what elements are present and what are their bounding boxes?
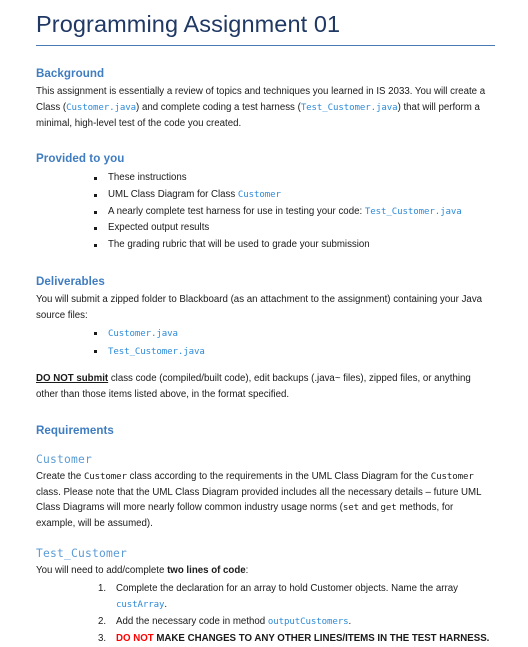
- document-page: Programming Assignment 01 Background Thi…: [0, 0, 528, 647]
- heading-provided-to-you: Provided to you: [36, 152, 125, 166]
- step-text-2: .: [348, 616, 352, 628]
- code-outputcustomers: outputCustomers: [267, 617, 349, 628]
- code-custarray: custArray: [116, 600, 165, 611]
- heading-background: Background: [36, 67, 105, 81]
- code-get: get: [380, 503, 397, 514]
- customer-paragraph: Create the Customer class according to t…: [36, 469, 495, 532]
- code-customer-java: Customer.java: [66, 102, 137, 113]
- intro-emphasis: two lines of code: [167, 564, 246, 576]
- list-item: Expected output results: [94, 220, 495, 237]
- customer-text-1: Create the: [36, 470, 84, 482]
- background-text-2: ) and complete coding a test harness (: [136, 101, 301, 113]
- provided-item-text: UML Class Diagram for Class: [108, 188, 238, 200]
- intro-text-1: You will need to add/complete: [36, 564, 168, 576]
- subheading-customer: Customer: [36, 452, 93, 466]
- code-customer-java: Customer.java: [108, 329, 178, 340]
- code-customer: Customer: [83, 471, 127, 482]
- step-alert: DO NOT: [116, 632, 154, 644]
- code-test-customer-java: Test_Customer.java: [300, 102, 398, 113]
- customer-text-2: class according to the requirements in t…: [126, 470, 431, 482]
- list-item: UML Class Diagram for Class Customer: [94, 187, 495, 204]
- subheading-test-customer: Test_Customer: [36, 546, 128, 560]
- code-customer: Customer: [430, 471, 474, 482]
- provided-item-text: A nearly complete test harness for use i…: [108, 205, 365, 217]
- step-text-2: .: [164, 599, 168, 611]
- list-item: Complete the declaration for an array to…: [98, 581, 495, 614]
- provided-item-text: Expected output results: [108, 222, 210, 234]
- warning-emphasis: DO NOT submit: [36, 373, 109, 385]
- code-test-customer-java: Test_Customer.java: [108, 347, 205, 358]
- provided-list: These instructions UML Class Diagram for…: [36, 170, 495, 253]
- list-item: The grading rubric that will be used to …: [94, 237, 495, 254]
- code-set: set: [342, 503, 359, 514]
- list-item: A nearly complete test harness for use i…: [94, 204, 495, 221]
- intro-text-2: :: [245, 564, 249, 576]
- test-customer-steps: Complete the declaration for an array to…: [36, 581, 495, 647]
- deliverables-warning: DO NOT submit class code (compiled/built…: [36, 371, 495, 402]
- test-customer-intro: You will need to add/complete two lines …: [36, 563, 495, 579]
- provided-item-text: These instructions: [108, 172, 187, 184]
- background-paragraph: This assignment is essentially a review …: [36, 84, 495, 131]
- list-item: Test_Customer.java: [94, 343, 495, 361]
- step-text-1: Complete the declaration for an array to…: [116, 582, 458, 594]
- deliverables-intro: You will submit a zipped folder to Black…: [36, 293, 483, 321]
- heading-deliverables: Deliverables: [36, 274, 105, 288]
- heading-requirements: Requirements: [36, 423, 114, 437]
- provided-item-text: The grading rubric that will be used to …: [108, 239, 370, 251]
- page-title: Programming Assignment 01: [36, 11, 341, 37]
- code-customer: Customer: [237, 189, 281, 200]
- list-item: Add the necessary code in method outputC…: [98, 614, 495, 631]
- step-text-1: Add the necessary code in method: [116, 616, 268, 628]
- customer-text-4: and: [359, 502, 381, 514]
- list-item: Customer.java: [94, 325, 495, 343]
- deliverables-file-list: Customer.java Test_Customer.java: [36, 325, 495, 361]
- step-alert-text: MAKE CHANGES TO ANY OTHER LINES/ITEMS IN…: [153, 632, 490, 644]
- code-test-customer-java: Test_Customer.java: [364, 206, 462, 217]
- list-item: These instructions: [94, 170, 495, 187]
